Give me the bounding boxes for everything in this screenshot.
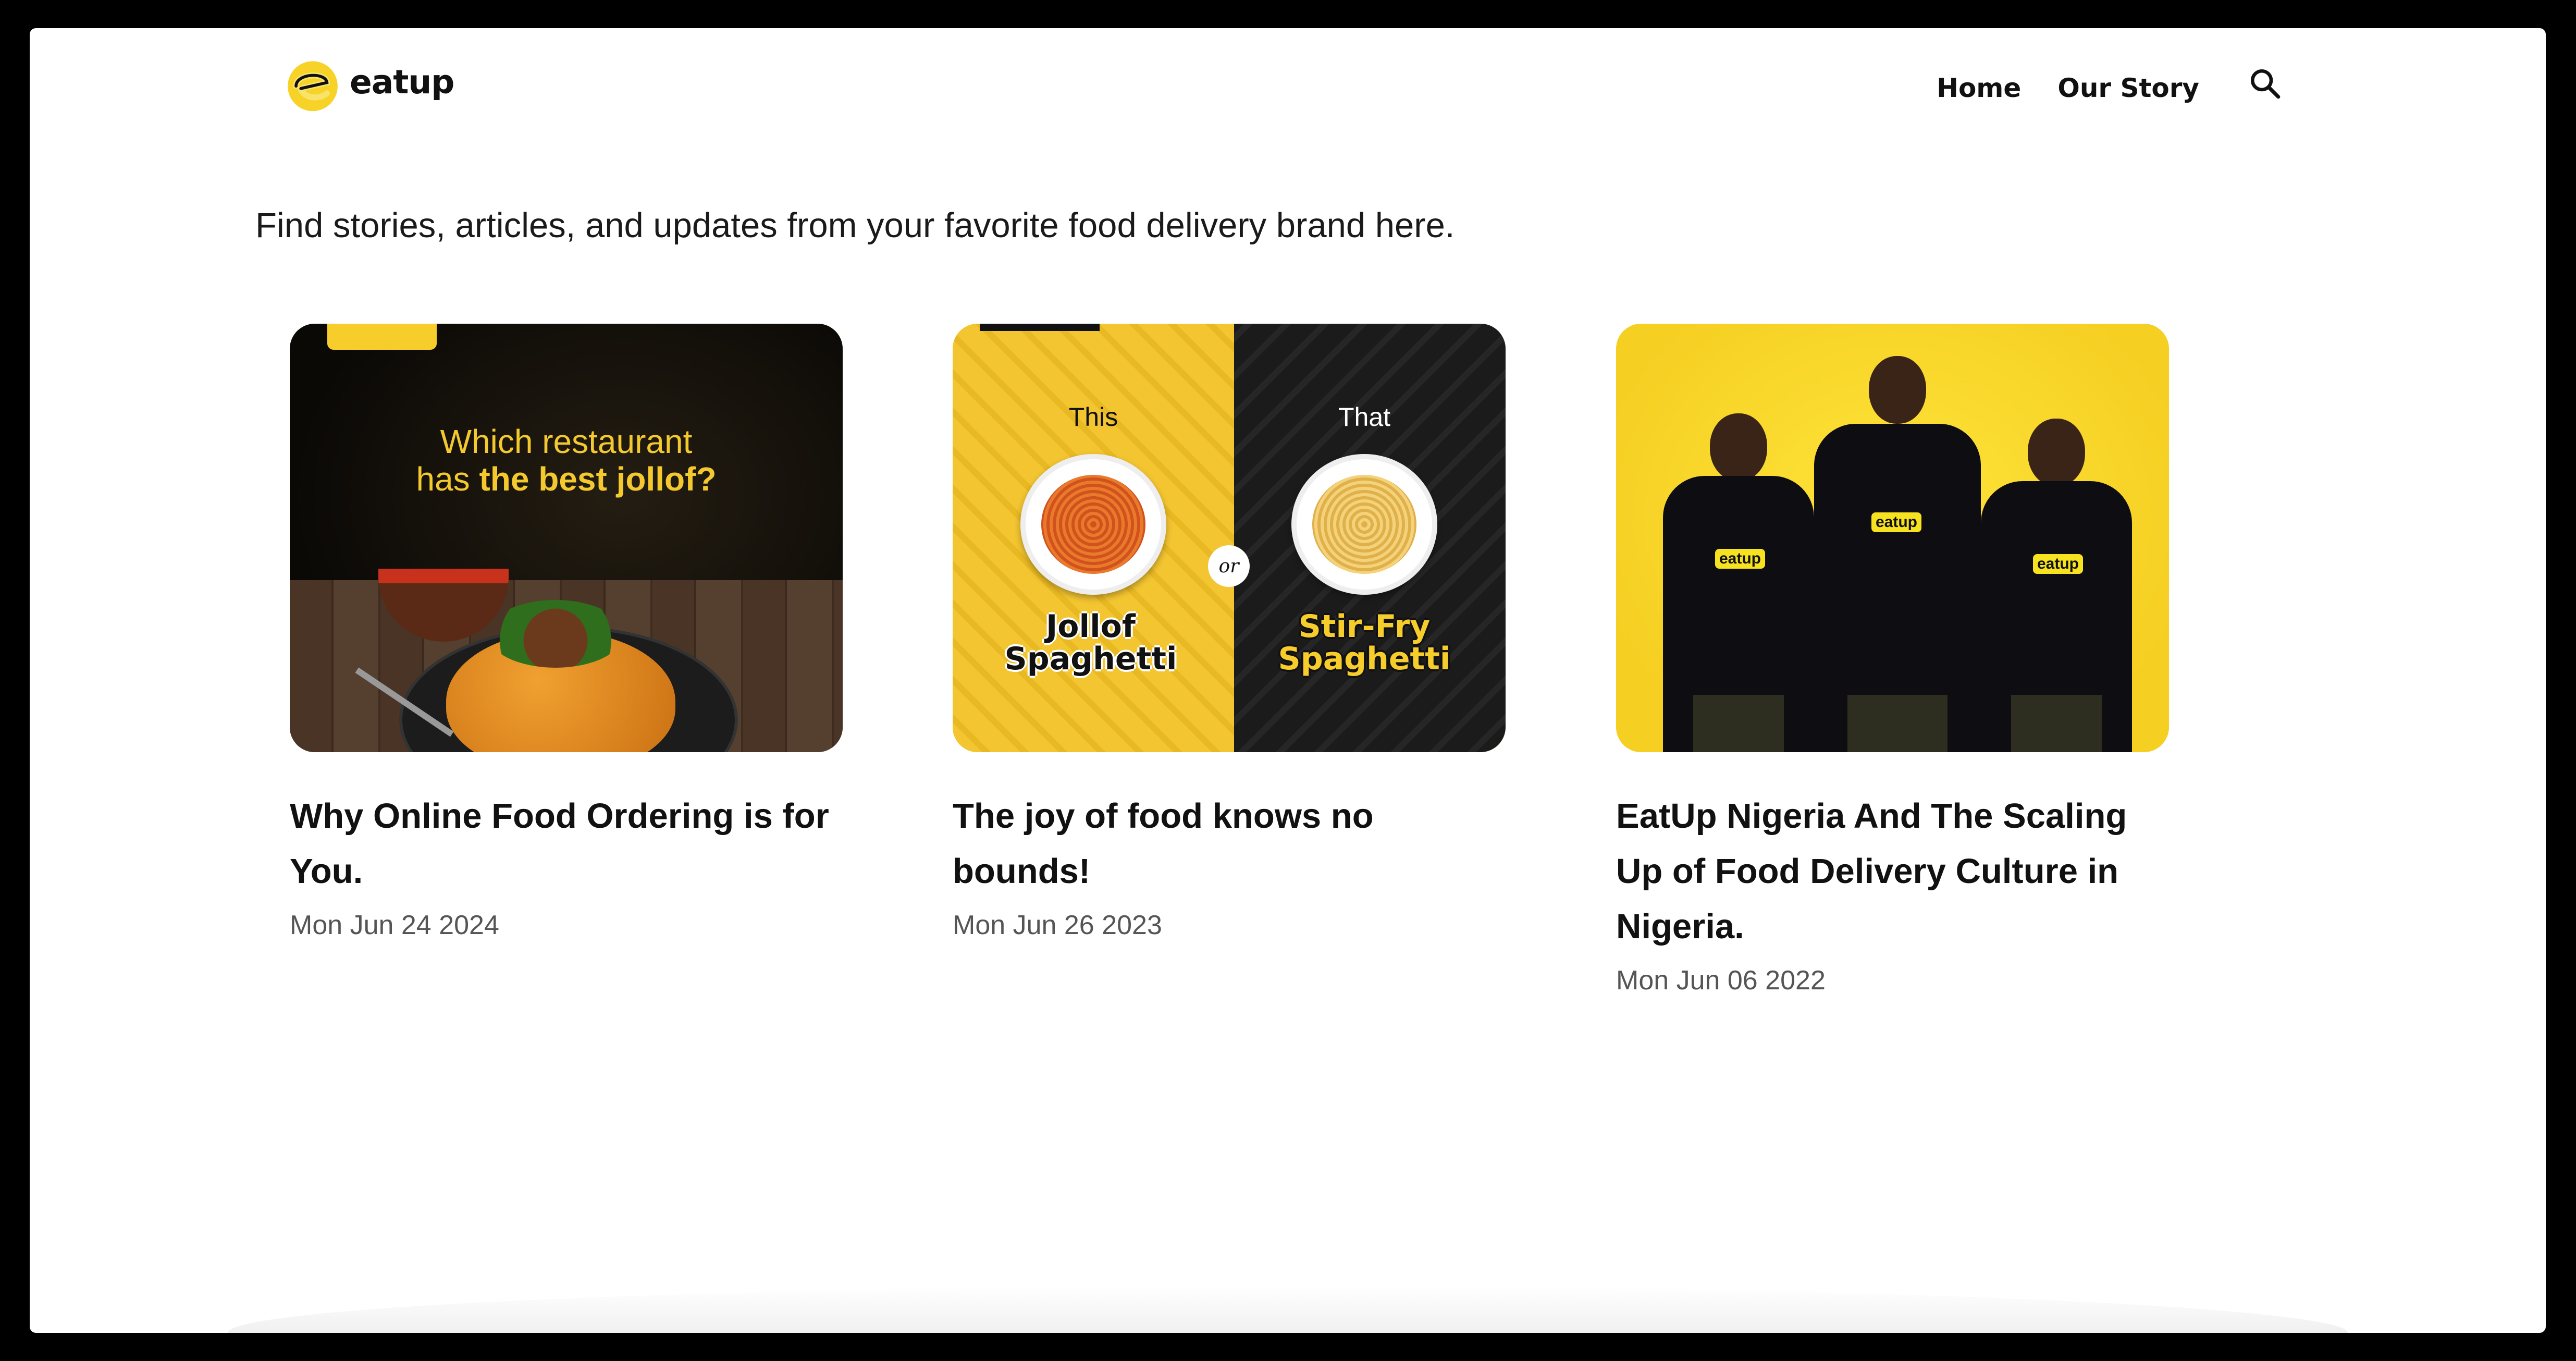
left-dish-name: Jollof Spaghetti: [1004, 608, 1177, 677]
post-date: Mon Jun 26 2023: [953, 910, 1162, 940]
post-card[interactable]: This That or Jollof Spaghetti Stir-Fry S…: [953, 324, 1506, 941]
team-member-legs: [1847, 695, 1948, 752]
team-member: eatup: [1814, 356, 1981, 752]
thumbnail-headline-line2: has the best jollof?: [290, 460, 843, 498]
post-title[interactable]: Why Online Food Ordering is for You.: [290, 789, 843, 899]
shirt-logo: eatup: [2033, 554, 2084, 574]
garnish: [488, 600, 623, 668]
team-member-legs: [1693, 695, 1784, 752]
thumbnail-headline-line1: Which restaurant: [440, 423, 693, 460]
this-label: This: [1068, 402, 1118, 432]
top-bar: [980, 324, 1100, 331]
team-member-head: [1710, 413, 1767, 481]
or-badge: or: [1208, 545, 1250, 587]
team-member-legs: [2011, 695, 2102, 752]
eatup-logo-icon: [288, 61, 338, 112]
team-member-head: [2028, 419, 2085, 486]
nav-our-story-link[interactable]: Our Story: [2057, 73, 2199, 103]
post-thumbnail[interactable]: This That or Jollof Spaghetti Stir-Fry S…: [953, 324, 1506, 752]
brand-name: eatup: [350, 63, 454, 101]
right-dish-name: Stir-Fry Spaghetti: [1278, 608, 1451, 677]
browser-viewport: eatup Home Our Story Find stories, artic…: [30, 28, 2546, 1333]
team-member: eatup: [1981, 419, 2132, 752]
post-date: Mon Jun 06 2022: [1616, 965, 1826, 996]
headline-bold: the best jollof?: [479, 460, 717, 498]
dish-food: [1041, 475, 1145, 574]
post-date: Mon Jun 24 2024: [290, 910, 499, 940]
shirt-logo: eatup: [1871, 512, 1922, 532]
post-thumbnail[interactable]: eatup eatup eatup: [1616, 324, 2169, 752]
team-member: eatup: [1663, 413, 1814, 752]
dish-food: [1312, 475, 1416, 574]
headline-prefix: has: [416, 460, 479, 498]
thumbnail-headline: Which restaurant has the best jollof?: [290, 423, 843, 498]
shirt-logo: eatup: [1715, 549, 1766, 569]
post-title[interactable]: The joy of food knows no bounds!: [953, 789, 1506, 899]
brand-tag: [327, 324, 437, 350]
that-label: That: [1338, 402, 1391, 432]
jollof-spaghetti-plate: [1020, 454, 1166, 595]
post-card[interactable]: Which restaurant has the best jollof? Wh…: [290, 324, 843, 941]
post-card[interactable]: eatup eatup eatup EatUp Nigeria And The …: [1616, 324, 2169, 996]
search-icon[interactable]: [2248, 67, 2283, 101]
nav-home-link[interactable]: Home: [1937, 73, 2021, 103]
post-title[interactable]: EatUp Nigeria And The Scaling Up of Food…: [1616, 789, 2169, 954]
brand-logo[interactable]: eatup: [283, 55, 454, 115]
main-nav: Home Our Story: [1937, 69, 2283, 103]
footer-shadow: [228, 1286, 2348, 1333]
page-intro: Find stories, articles, and updates from…: [255, 206, 1455, 245]
post-thumbnail[interactable]: Which restaurant has the best jollof?: [290, 324, 843, 752]
team-member-head: [1869, 356, 1926, 424]
stir-fry-spaghetti-plate: [1291, 454, 1437, 595]
